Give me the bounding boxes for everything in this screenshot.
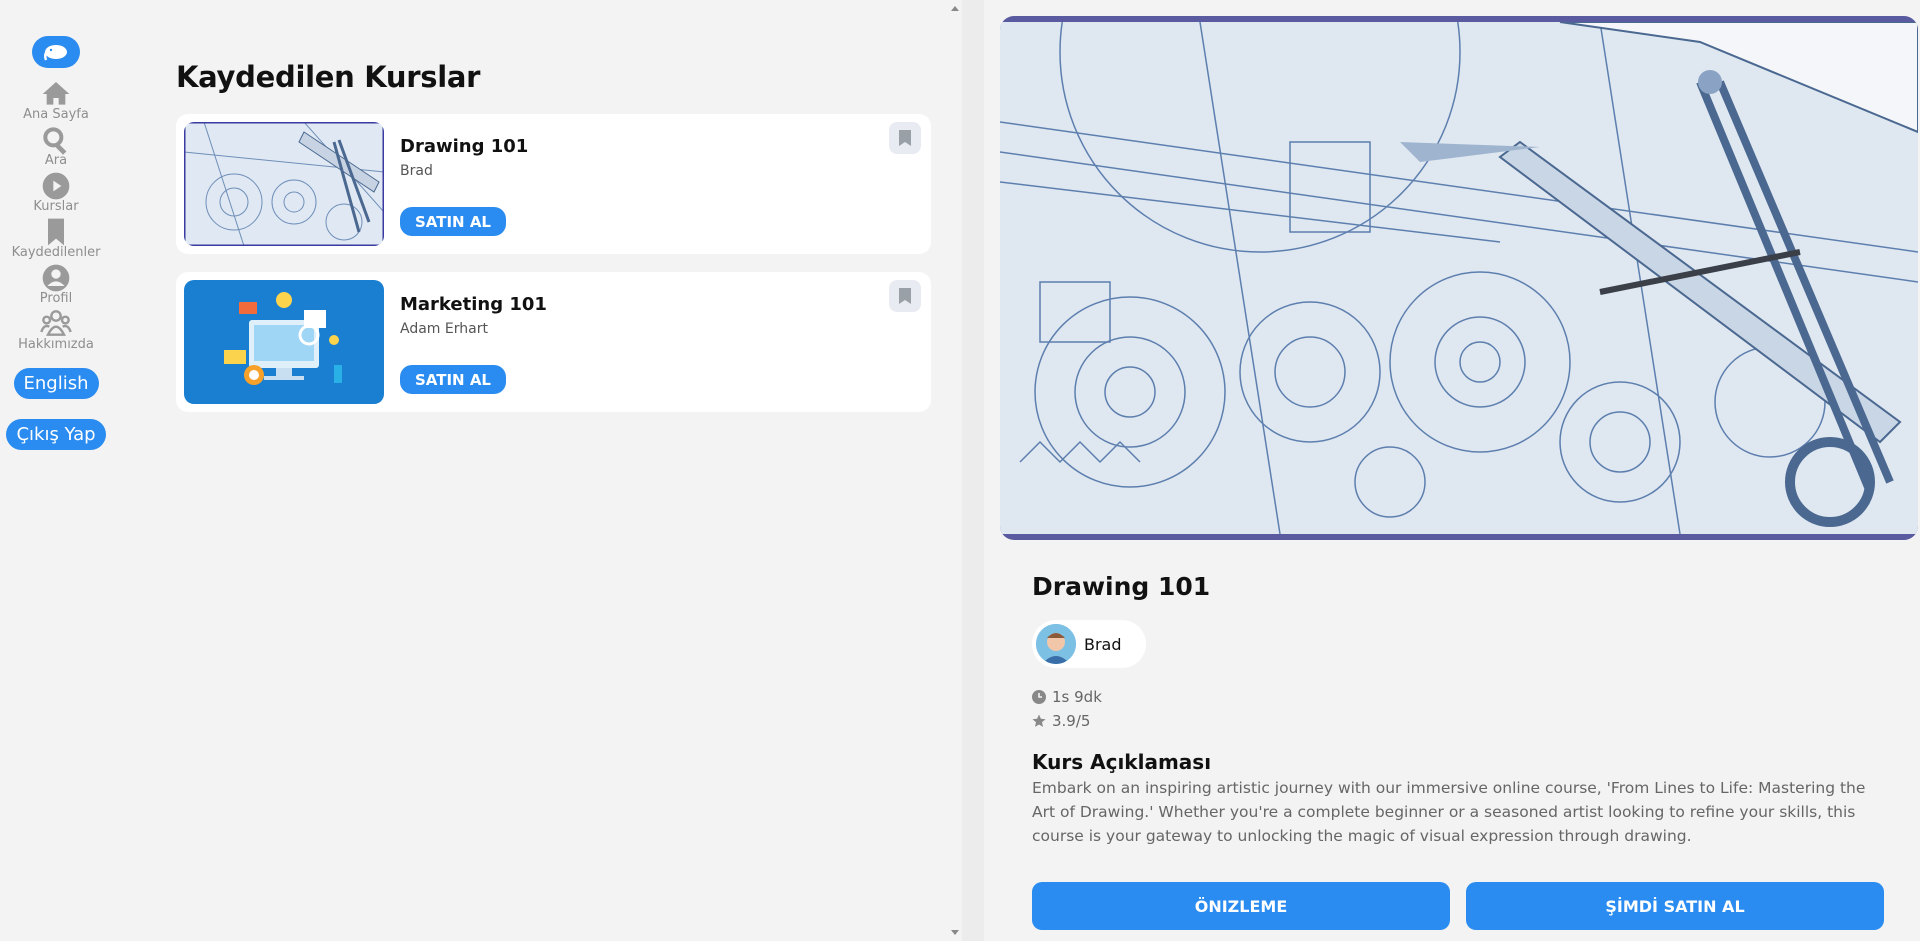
home-icon — [42, 82, 70, 105]
bookmark-icon — [899, 288, 911, 304]
panel-divider — [962, 0, 984, 941]
saved-courses-section: Kaydedilen Kurslar Drawing 101 Brad SATI — [176, 60, 931, 430]
sidebar-item-label: Ana Sayfa — [23, 107, 89, 122]
author-chip[interactable]: Brad — [1032, 620, 1146, 668]
user-icon — [42, 264, 70, 292]
group-icon — [40, 310, 72, 336]
detail-course-title: Drawing 101 — [1032, 572, 1211, 601]
sidebar-item-search[interactable]: Ara — [40, 124, 72, 168]
avatar — [1036, 624, 1076, 664]
sidebar-item-home[interactable]: Ana Sayfa — [23, 78, 89, 122]
course-title[interactable]: Marketing 101 — [400, 294, 547, 315]
logout-button[interactable]: Çıkış Yap — [6, 419, 106, 450]
clock-icon — [1032, 690, 1046, 704]
play-circle-icon — [42, 172, 70, 200]
course-author: Brad — [400, 163, 433, 179]
bookmark-icon — [899, 130, 911, 146]
course-hero-image — [1000, 16, 1918, 540]
buy-now-button[interactable]: ŞİMDİ SATIN AL — [1466, 882, 1884, 930]
bookmark-toggle-button[interactable] — [889, 122, 921, 154]
scroll-up-arrow[interactable] — [951, 6, 959, 11]
course-card-body: Drawing 101 Brad SATIN AL — [384, 122, 528, 246]
scrollbar[interactable] — [948, 0, 962, 941]
course-author: Adam Erhart — [400, 321, 488, 337]
elephant-icon — [43, 45, 67, 61]
description-text: Embark on an inspiring artistic journey … — [1032, 779, 1866, 845]
rating: 3.9/5 — [1032, 712, 1090, 730]
sidebar-item-label: Kaydedilenler — [11, 245, 101, 260]
bookmark-toggle-button[interactable] — [889, 280, 921, 312]
sidebar: Ana Sayfa Ara Kurslar Kaydedilenler Prof… — [0, 0, 112, 941]
logo[interactable] — [32, 36, 80, 68]
sidebar-item-saved[interactable]: Kaydedilenler — [11, 216, 101, 260]
duration: 1s 9dk — [1032, 688, 1102, 706]
star-icon — [1032, 714, 1046, 727]
course-title[interactable]: Drawing 101 — [400, 136, 528, 157]
course-card[interactable]: Marketing 101 Adam Erhart SATIN AL — [176, 272, 931, 412]
buy-button[interactable]: SATIN AL — [400, 365, 506, 394]
buy-button[interactable]: SATIN AL — [400, 207, 506, 236]
sidebar-item-about[interactable]: Hakkımızda — [18, 308, 94, 352]
bookmark-icon — [48, 218, 64, 246]
scroll-down-arrow[interactable] — [951, 930, 959, 935]
preview-button[interactable]: ÖNIZLEME — [1032, 882, 1450, 930]
course-detail-panel: Drawing 101 Brad 1s 9dk 3.9/5 Kurs Açıkl… — [984, 0, 1920, 941]
course-card-body: Marketing 101 Adam Erhart SATIN AL — [384, 280, 547, 404]
author-name: Brad — [1084, 634, 1122, 654]
sidebar-item-courses[interactable]: Kurslar — [33, 170, 79, 214]
sidebar-item-profile[interactable]: Profil — [40, 262, 72, 306]
duration-text: 1s 9dk — [1052, 688, 1102, 706]
sidebar-item-label: Hakkımızda — [18, 337, 94, 352]
course-thumbnail — [184, 122, 384, 246]
rating-text: 3.9/5 — [1052, 712, 1091, 730]
language-button[interactable]: English — [13, 368, 99, 399]
description-heading: Kurs Açıklaması — [1032, 750, 1212, 774]
page-title: Kaydedilen Kurslar — [176, 60, 481, 94]
course-thumbnail — [184, 280, 384, 404]
sidebar-item-label: Profil — [39, 291, 73, 306]
course-card[interactable]: Drawing 101 Brad SATIN AL — [176, 114, 931, 254]
search-icon — [43, 127, 67, 155]
sidebar-item-label: Ara — [44, 153, 68, 168]
sidebar-item-label: Kurslar — [33, 199, 79, 214]
